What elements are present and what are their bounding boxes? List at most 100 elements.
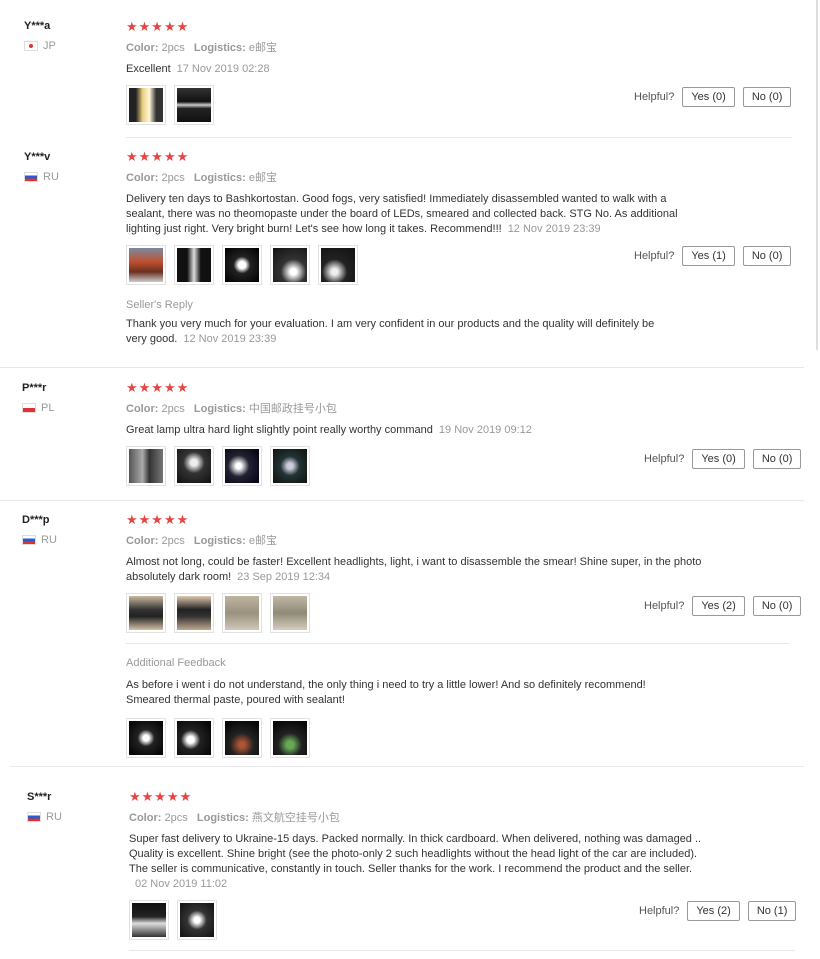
review-date: 23 Sep 2019 12:34 (237, 571, 331, 583)
review-photo[interactable] (174, 593, 214, 633)
country-code: RU (41, 534, 57, 546)
divider (126, 137, 792, 138)
divider (126, 643, 790, 644)
review-photo[interactable] (126, 593, 166, 633)
russia-flag-icon (24, 172, 38, 182)
helpful-label: Helpful? (644, 600, 685, 612)
helpful-yes-button[interactable]: Yes (0) (682, 87, 735, 107)
helpful-no-button[interactable]: No (0) (752, 449, 802, 469)
color-label: Color: (126, 172, 159, 184)
logistics-value: e邮宝 (248, 172, 278, 184)
country-code: PL (41, 402, 55, 414)
review-body: Almost not long, could be faster! Excell… (126, 556, 702, 583)
color-value: 2pcs (161, 535, 185, 547)
reviewer-country: RU (22, 534, 57, 546)
color-value: 2pcs (161, 42, 185, 54)
logistics-label: Logistics: (193, 172, 246, 184)
review-photos (129, 900, 709, 940)
review-body: Great lamp ultra hard light slightly poi… (126, 424, 433, 436)
helpful-label: Helpful? (644, 453, 685, 465)
color-value: 2pcs (161, 172, 185, 184)
review-body: Super fast delivery to Ukraine-15 days. … (129, 833, 702, 875)
color-value: 2pcs (164, 812, 188, 824)
review-photo[interactable] (270, 718, 310, 758)
review-date: 17 Nov 2019 02:28 (176, 63, 270, 75)
country-code: RU (43, 171, 59, 183)
helpful-yes-button[interactable]: Yes (0) (692, 449, 745, 469)
reviewer-name: D***p (22, 514, 50, 526)
review-photo[interactable] (174, 718, 214, 758)
review-photo[interactable] (126, 718, 166, 758)
helpful-vote: Helpful? Yes (0) No (0) (634, 87, 792, 107)
star-rating: ★★★★★ (126, 512, 190, 527)
reviewer-name: Y***a (24, 20, 51, 32)
helpful-vote: Helpful? Yes (1) No (0) (634, 246, 792, 266)
review-text: Great lamp ultra hard light slightly poi… (126, 423, 706, 438)
reply-date: 12 Nov 2019 23:39 (183, 333, 277, 345)
star-rating: ★★★★★ (126, 149, 190, 164)
review-date: 19 Nov 2019 09:12 (438, 424, 532, 436)
review-photo[interactable] (177, 900, 217, 940)
review-photo[interactable] (174, 85, 214, 125)
review-meta: Color: 2pcs Logistics: e邮宝 (126, 532, 706, 548)
helpful-label: Helpful? (639, 905, 680, 917)
review-photo[interactable] (129, 900, 169, 940)
seller-reply-text: Thank you very much for your evaluation.… (126, 317, 671, 347)
reviewer-country: RU (24, 171, 59, 183)
reviewer-country: RU (27, 811, 62, 823)
russia-flag-icon (27, 812, 41, 822)
review-photo[interactable] (270, 593, 310, 633)
review-photo[interactable] (318, 245, 358, 285)
star-rating: ★★★★★ (129, 789, 193, 804)
review-text: Excellent 17 Nov 2019 02:28 (126, 62, 706, 77)
helpful-no-button[interactable]: No (0) (752, 596, 802, 616)
helpful-no-button[interactable]: No (1) (747, 901, 797, 921)
review-meta: Color: 2pcs Logistics: 中国邮政挂号小包 (126, 400, 706, 416)
star-rating: ★★★★★ (126, 380, 190, 395)
star-rating: ★★★★★ (126, 19, 190, 34)
review-meta: Color: 2pcs Logistics: 燕文航空挂号小包 (129, 809, 709, 825)
review-photo[interactable] (222, 245, 262, 285)
country-code: JP (43, 40, 56, 52)
color-label: Color: (129, 812, 162, 824)
helpful-yes-button[interactable]: Yes (1) (682, 246, 735, 266)
color-label: Color: (126, 535, 159, 547)
review-photos (126, 446, 706, 486)
russia-flag-icon (22, 535, 36, 545)
helpful-label: Helpful? (634, 91, 675, 103)
review-photo[interactable] (174, 245, 214, 285)
review-photo[interactable] (222, 446, 262, 486)
scrollbar[interactable] (816, 0, 818, 350)
review-photo[interactable] (126, 446, 166, 486)
helpful-yes-button[interactable]: Yes (2) (692, 596, 745, 616)
review-photo[interactable] (222, 718, 262, 758)
poland-flag-icon (22, 403, 36, 413)
color-label: Color: (126, 403, 159, 415)
logistics-value: e邮宝 (248, 535, 278, 547)
divider (0, 367, 804, 368)
seller-reply-title: Seller's Reply (126, 299, 193, 311)
review-photos (126, 245, 706, 285)
review-body: Excellent (126, 63, 171, 75)
color-label: Color: (126, 42, 159, 54)
review-text: Super fast delivery to Ukraine-15 days. … (129, 832, 709, 892)
helpful-no-button[interactable]: No (0) (742, 246, 792, 266)
review-meta: Color: 2pcs Logistics: e邮宝 (126, 39, 706, 55)
review-photo[interactable] (126, 245, 166, 285)
logistics-value: 燕文航空挂号小包 (251, 812, 340, 824)
review-photo[interactable] (222, 593, 262, 633)
review-date: 12 Nov 2019 23:39 (507, 223, 601, 235)
helpful-no-button[interactable]: No (0) (742, 87, 792, 107)
helpful-label: Helpful? (634, 250, 675, 262)
review-photo[interactable] (174, 446, 214, 486)
japan-flag-icon (24, 41, 38, 51)
divider (10, 766, 804, 767)
divider (129, 950, 795, 951)
review-meta: Color: 2pcs Logistics: e邮宝 (126, 169, 706, 185)
review-photo[interactable] (270, 245, 310, 285)
review-photo[interactable] (270, 446, 310, 486)
helpful-yes-button[interactable]: Yes (2) (687, 901, 740, 921)
logistics-value: 中国邮政挂号小包 (248, 403, 337, 415)
logistics-label: Logistics: (193, 42, 246, 54)
review-photo[interactable] (126, 85, 166, 125)
